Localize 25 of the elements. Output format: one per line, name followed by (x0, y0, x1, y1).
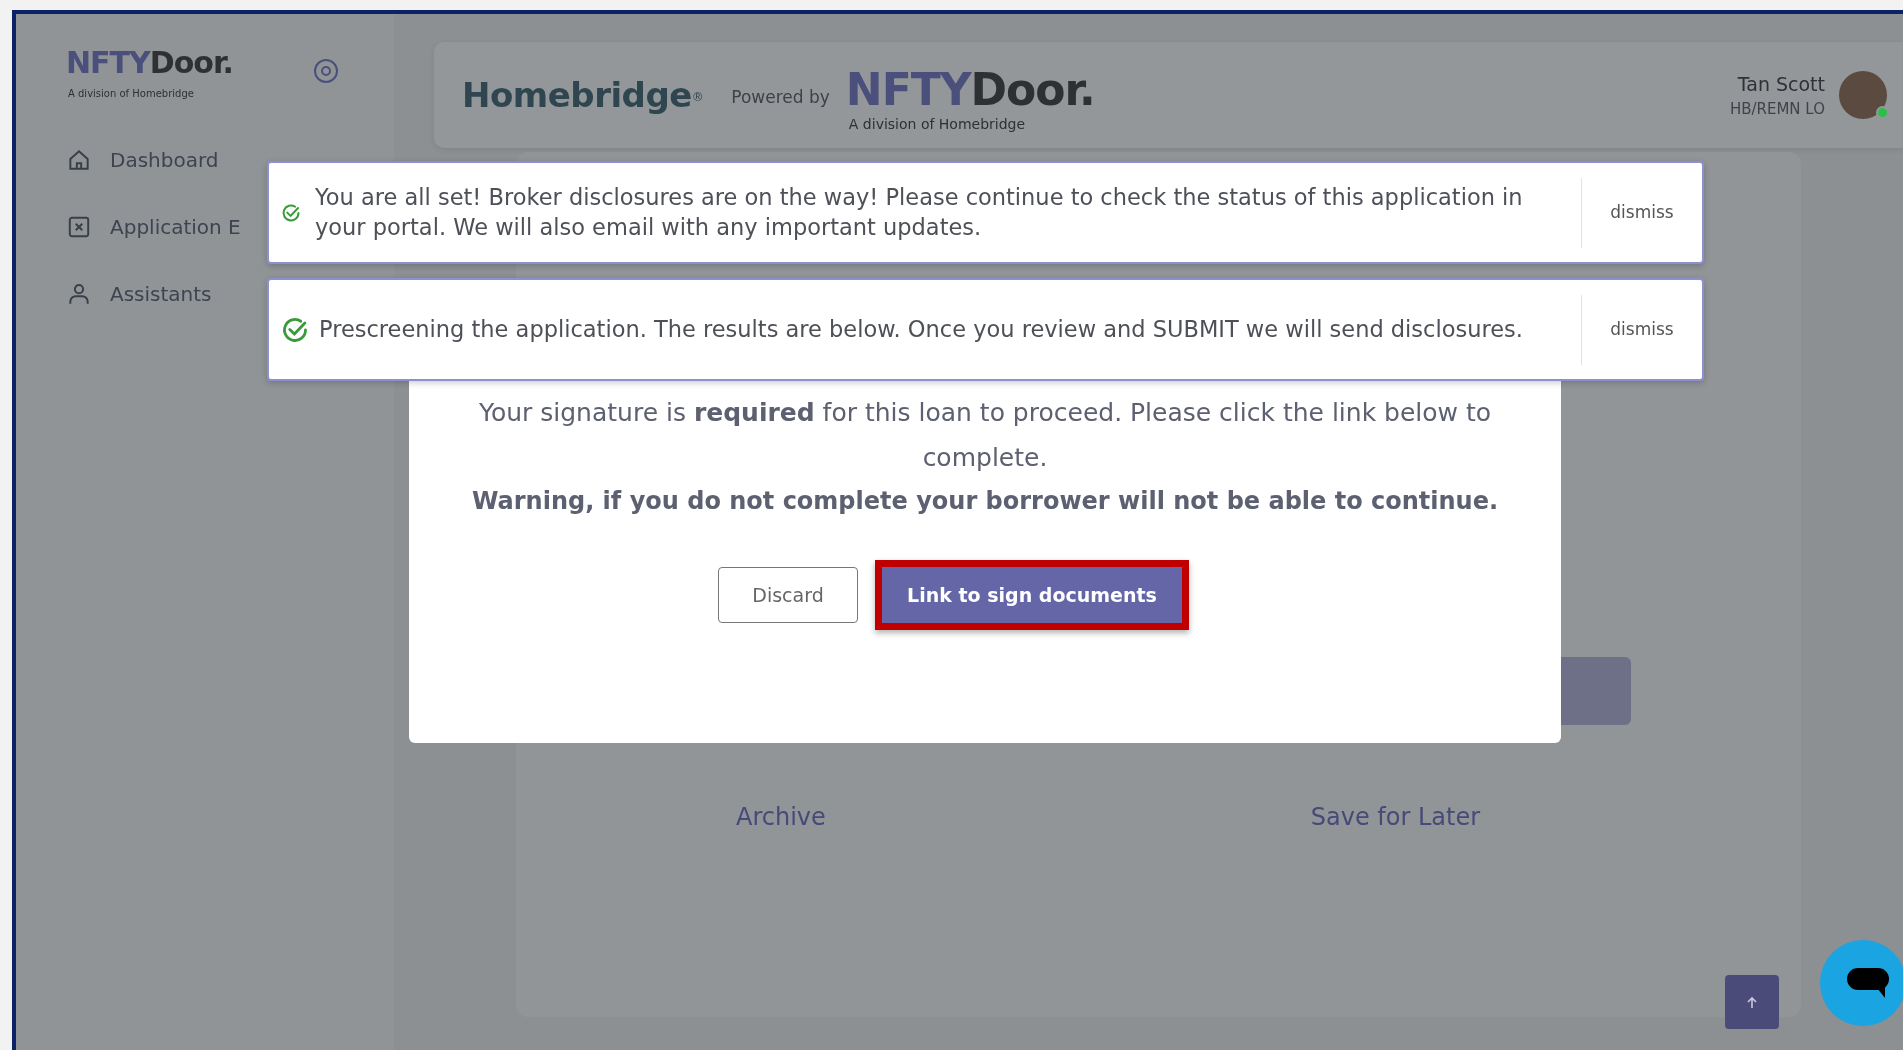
avatar[interactable] (1839, 71, 1887, 119)
nav-item[interactable]: Dashboard (110, 144, 219, 175)
discard-button[interactable]: Discard (718, 567, 858, 624)
target-icon[interactable] (312, 58, 339, 84)
check-circle-icon (281, 202, 301, 223)
notification-text: You are all set! Broker disclosures are on the way! Please continue to check the status of this application in your portal. We will also email with any important updates. (315, 183, 1524, 242)
action-link[interactable]: Archive (736, 799, 826, 835)
nav-item[interactable]: Application E (110, 211, 241, 242)
modal-message: Your signature is required for this loan to proceed. Please click the link below to complete. (477, 397, 1493, 474)
logo-tagline: A division of Homebridge (68, 87, 194, 101)
dismiss-link[interactable]: dismiss (1582, 199, 1702, 226)
action-link[interactable]: Save for Later (1310, 799, 1481, 835)
notification-text: Prescreening the application. The results are below. Once you review and SUBMIT we will send disclosures. (319, 314, 1524, 344)
powered-by-text: Powered by (731, 86, 830, 110)
logo-wordmark: NFTYDoor. (845, 68, 1095, 112)
dismiss-link[interactable]: dismiss (1582, 316, 1702, 343)
user-role: HB/REMN LO (1729, 99, 1825, 120)
warning-message: Warning, if you do not complete your borrower will not be able to continue. (470, 486, 1500, 517)
user-name: Tan Scott (1736, 71, 1825, 97)
logo-tagline: A division of Homebridge (848, 115, 1026, 134)
partner-logo: Homebridge$^{®}$ (462, 73, 704, 117)
check-circle-icon (281, 315, 309, 344)
logo-wordmark: NFTYDoor. (66, 48, 233, 78)
nav-item[interactable]: Assistants (110, 278, 212, 309)
speech-bubble-icon (1845, 966, 1891, 1000)
